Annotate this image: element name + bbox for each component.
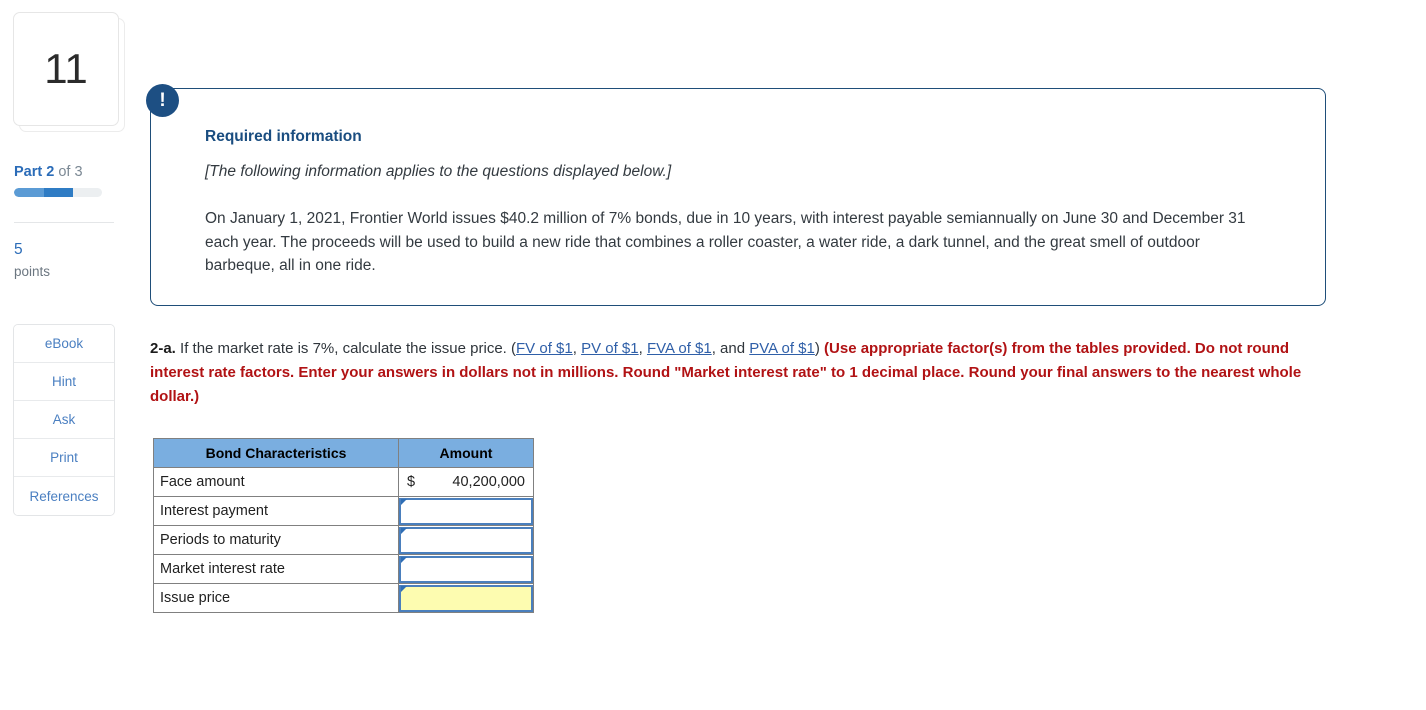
row-label-periods-to-maturity: Periods to maturity [153, 525, 399, 555]
points-label: points [14, 264, 51, 279]
points-value: 5 [14, 241, 23, 258]
question-prompt: 2-a. If the market rate is 7%, calculate… [150, 337, 1330, 409]
column-header-bond-characteristics: Bond Characteristics [153, 438, 399, 468]
link-sep-1: , [638, 340, 647, 357]
row-input-cell-periods-to-maturity[interactable] [398, 525, 534, 555]
sidebar-divider [14, 222, 114, 223]
link-pva-of-1[interactable]: PVA of $1 [749, 340, 815, 357]
row-label-interest-payment: Interest payment [153, 496, 399, 526]
question-text-after-links: ) [814, 340, 825, 357]
bond-characteristics-table: Bond Characteristics Amount Face amount … [153, 438, 534, 613]
issue-price-input[interactable] [399, 584, 533, 612]
question-part-number: 2-a. [150, 340, 176, 357]
table-row: Market interest rate [153, 554, 534, 584]
exclamation-icon: ! [146, 84, 179, 117]
question-number-card: 11 [13, 12, 125, 132]
link-sep-2: , and [711, 340, 750, 357]
row-label-issue-price: Issue price [153, 583, 399, 613]
face-amount-value: 40,200,000 [452, 474, 525, 490]
column-header-amount: Amount [398, 438, 534, 468]
print-button[interactable]: Print [14, 439, 114, 477]
periods-to-maturity-input[interactable] [399, 526, 533, 554]
part-of: of [54, 164, 75, 180]
market-interest-rate-input[interactable] [399, 555, 533, 583]
required-information-body: On January 1, 2021, Frontier World issue… [205, 210, 1246, 274]
link-fva-of-1[interactable]: FVA of $1 [647, 340, 712, 357]
part-total: 3 [74, 164, 83, 180]
tool-button-group: eBook Hint Ask Print References [13, 324, 115, 516]
question-sidebar: 11 Part 2 of 3 5 points eBook Hint Ask P… [0, 0, 140, 710]
ebook-button[interactable]: eBook [14, 325, 114, 363]
row-input-cell-interest-payment[interactable] [398, 496, 534, 526]
row-input-cell-market-interest-rate[interactable] [398, 554, 534, 584]
progress-segment-2 [44, 188, 73, 197]
table-row: Face amount $40,200,000 [153, 467, 534, 497]
part-progress-bar [14, 188, 102, 197]
required-information-title: Required information [205, 128, 362, 145]
link-pv-of-1[interactable]: PV of $1 [581, 340, 639, 357]
question-number: 11 [44, 45, 88, 92]
interest-payment-input[interactable] [399, 497, 533, 525]
progress-segment-1 [14, 188, 44, 197]
required-information-panel: Required information [The following info… [150, 88, 1326, 306]
table-row: Interest payment [153, 496, 534, 526]
part-label: Part [14, 164, 43, 180]
ask-button[interactable]: Ask [14, 401, 114, 439]
required-information-subtitle: [The following information applies to th… [205, 163, 672, 180]
table-row: Issue price [153, 583, 534, 613]
currency-symbol: $ [407, 474, 416, 490]
row-label-face-amount: Face amount [153, 467, 399, 497]
link-fv-of-1[interactable]: FV of $1 [516, 340, 573, 357]
question-number-card-front: 11 [13, 12, 119, 126]
table-row: Periods to maturity [153, 525, 534, 555]
part-indicator: Part 2 of 3 [14, 164, 83, 180]
row-label-market-interest-rate: Market interest rate [153, 554, 399, 584]
row-input-cell-issue-price[interactable] [398, 583, 534, 613]
row-value-face-amount: $40,200,000 [398, 467, 534, 497]
table-header-row: Bond Characteristics Amount [153, 438, 534, 468]
references-button[interactable]: References [14, 477, 114, 515]
question-text-lead: If the market rate is 7%, calculate the … [175, 340, 517, 357]
link-sep-0: , [572, 340, 582, 357]
hint-button[interactable]: Hint [14, 363, 114, 401]
